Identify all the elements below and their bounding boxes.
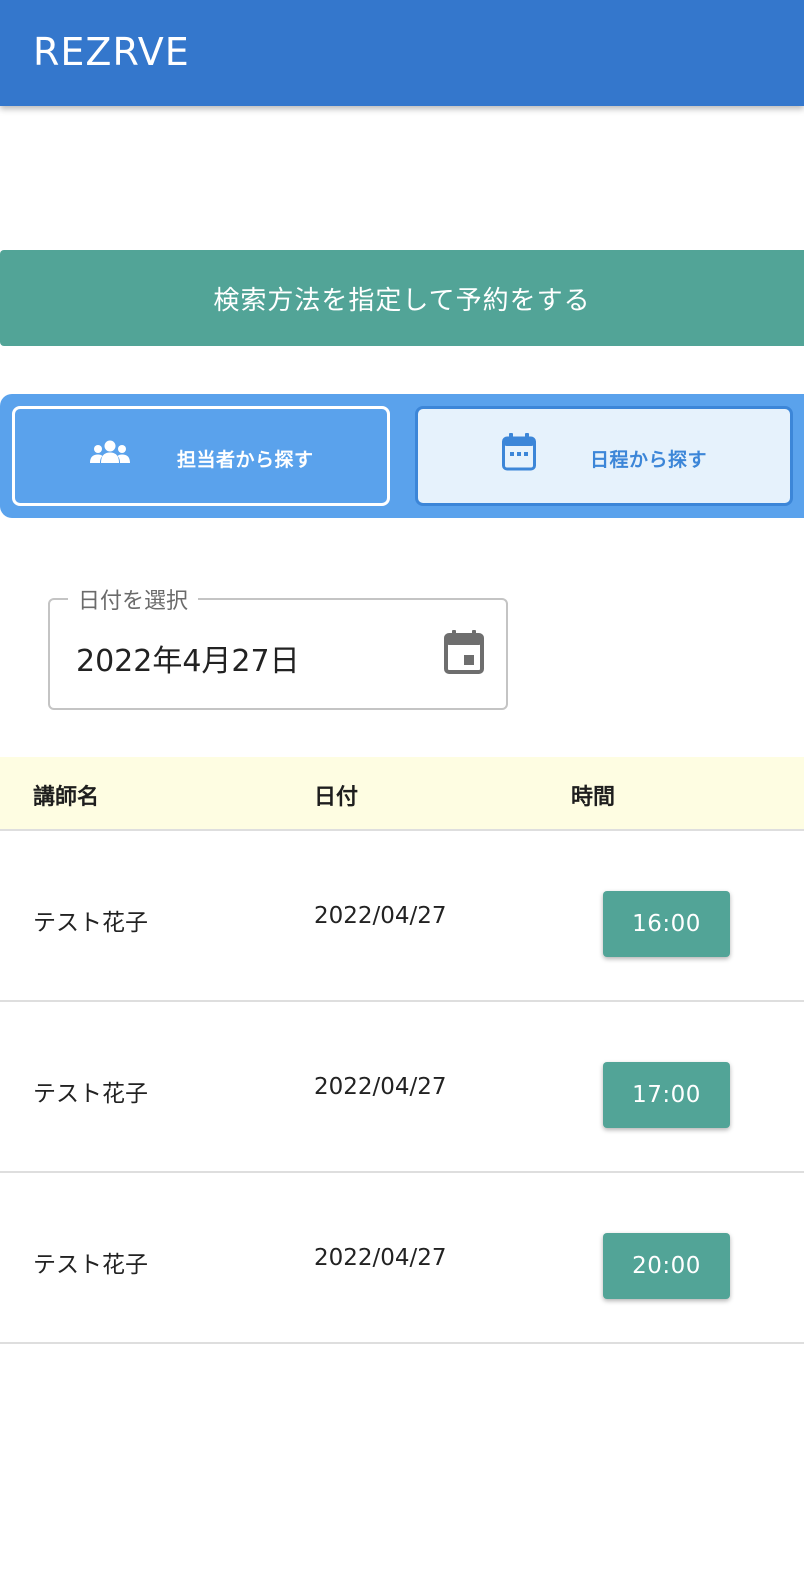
search-by-staff-button[interactable]: 担当者から探す xyxy=(12,406,390,506)
app-bar: REZRVE xyxy=(0,0,804,106)
table-row: テスト花子 2022/04/27 20:00 xyxy=(0,1173,804,1344)
table-row: テスト花子 2022/04/27 16:00 xyxy=(0,831,804,1002)
search-by-schedule-button[interactable]: 日程から探す xyxy=(415,406,793,506)
calendar-event-icon[interactable] xyxy=(444,630,484,674)
time-slot-button[interactable]: 20:00 xyxy=(603,1233,730,1299)
column-header-time: 時間 xyxy=(571,785,616,810)
reservation-date: 2022/04/27 xyxy=(314,1245,447,1271)
search-mode-toggle: 担当者から探す 日程から探す xyxy=(0,394,804,518)
reservation-date: 2022/04/27 xyxy=(314,903,447,929)
column-header-date: 日付 xyxy=(314,785,359,810)
date-picker-field[interactable]: 日付を選択 2022年4月27日 xyxy=(48,583,508,710)
column-header-instructor: 講師名 xyxy=(33,785,100,810)
people-icon xyxy=(89,440,131,464)
instructor-name: テスト花子 xyxy=(33,1081,148,1107)
instructor-name: テスト花子 xyxy=(33,1252,148,1278)
date-picker-value[interactable]: 2022年4月27日 xyxy=(76,636,300,680)
table-header-row: 講師名 日付 時間 xyxy=(0,757,804,831)
instructor-name: テスト花子 xyxy=(33,910,148,936)
reservation-date: 2022/04/27 xyxy=(314,1074,447,1100)
search-by-schedule-label: 日程から探す xyxy=(590,449,708,471)
calendar-icon xyxy=(502,433,536,471)
search-method-banner: 検索方法を指定して予約をする xyxy=(0,250,804,346)
table-row: テスト花子 2022/04/27 17:00 xyxy=(0,1002,804,1173)
app-title[interactable]: REZRVE xyxy=(33,30,190,74)
time-slot-button[interactable]: 16:00 xyxy=(603,891,730,957)
time-slot-button[interactable]: 17:00 xyxy=(603,1062,730,1128)
search-by-staff-label: 担当者から探す xyxy=(177,449,314,471)
date-picker-label: 日付を選択 xyxy=(68,583,199,615)
